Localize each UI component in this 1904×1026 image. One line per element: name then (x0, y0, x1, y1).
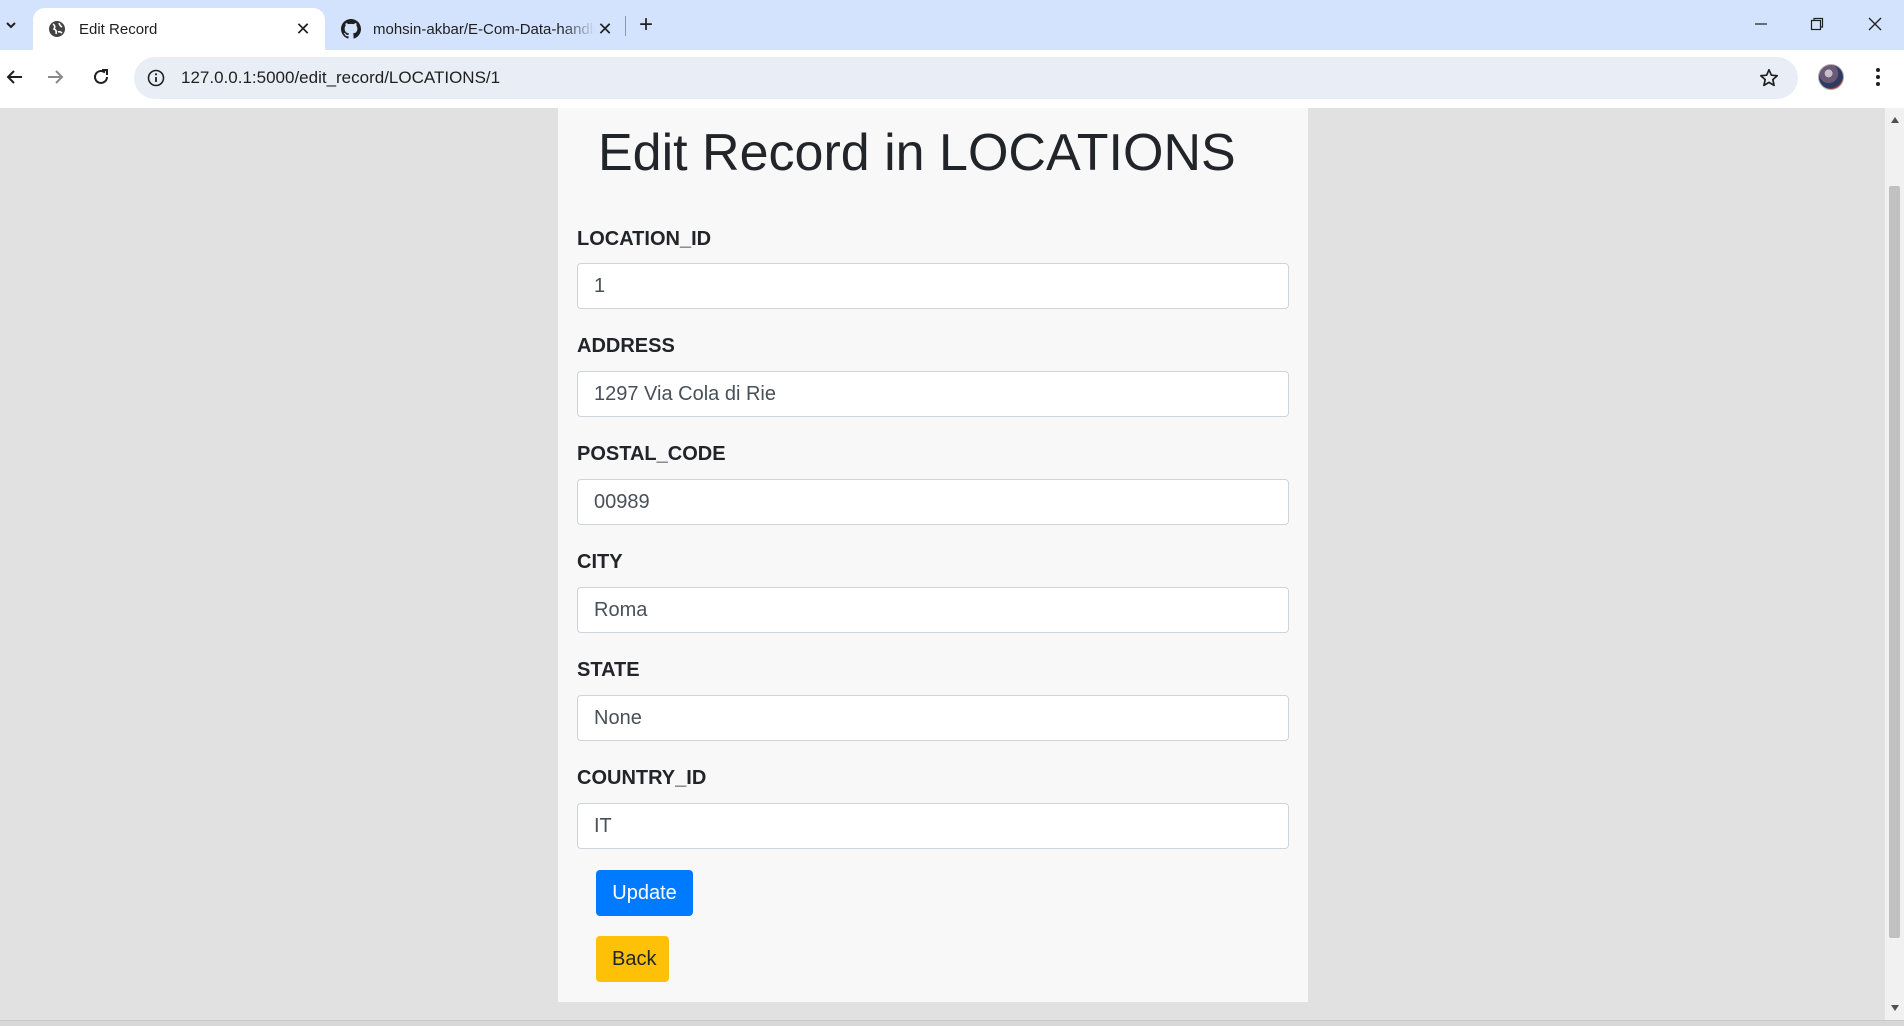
tab-search-button[interactable] (0, 12, 22, 38)
browser-toolbar: 127.0.0.1:5000/edit_record/LOCATIONS/1 (0, 50, 1904, 108)
star-icon[interactable] (1758, 67, 1780, 89)
state-label: STATE (577, 659, 640, 681)
page-scrollbar[interactable] (1885, 108, 1904, 1020)
page-viewport: Edit Record in LOCATIONS LOCATION_ID ADD… (0, 108, 1885, 1020)
arrow-right-icon (48, 70, 64, 84)
window-close-button[interactable] (1852, 8, 1898, 40)
arrow-left-icon (6, 70, 22, 84)
state-input[interactable] (577, 695, 1289, 741)
new-tab-button[interactable]: + (632, 11, 660, 38)
postal-code-input[interactable] (577, 479, 1289, 525)
tab-github[interactable]: mohsin-akbar/E-Com-Data-handling ✕ (337, 8, 627, 50)
edit-form-card: Edit Record in LOCATIONS LOCATION_ID ADD… (558, 108, 1308, 1002)
url-text[interactable]: 127.0.0.1:5000/edit_record/LOCATIONS/1 (181, 57, 500, 99)
info-icon[interactable] (146, 68, 166, 88)
country-id-input[interactable] (577, 803, 1289, 849)
restore-button[interactable] (1794, 8, 1840, 40)
scroll-up-arrow-icon[interactable] (1885, 112, 1904, 128)
more-vertical-icon (1876, 68, 1880, 86)
avatar[interactable] (1818, 64, 1844, 90)
chevron-down-icon (6, 22, 16, 29)
back-button[interactable]: Back (596, 936, 669, 982)
tab-title: mohsin-akbar/E-Com-Data-handling (373, 20, 595, 38)
tab-divider (625, 16, 626, 36)
reload-button[interactable] (86, 62, 116, 92)
postal-code-label: POSTAL_CODE (577, 443, 726, 465)
location-id-input[interactable] (577, 263, 1289, 309)
window-bottom-edge (0, 1020, 1904, 1026)
close-icon[interactable]: ✕ (293, 19, 313, 39)
tab-strip: Edit Record ✕ mohsin-akbar/E-Com-Data-ha… (0, 0, 1904, 50)
minimize-icon (1755, 23, 1767, 25)
address-label: ADDRESS (577, 335, 675, 357)
reload-icon (94, 69, 108, 84)
close-icon (1868, 17, 1882, 31)
city-label: CITY (577, 551, 623, 573)
close-icon[interactable]: ✕ (595, 19, 615, 39)
back-nav-button[interactable] (0, 62, 30, 92)
page-title: Edit Record in LOCATIONS (598, 124, 1236, 182)
city-input[interactable] (577, 587, 1289, 633)
plus-icon: + (638, 11, 653, 38)
github-icon (341, 19, 361, 39)
browser-menu-button[interactable] (1868, 64, 1888, 90)
country-id-label: COUNTRY_ID (577, 767, 707, 789)
forward-nav-button[interactable] (40, 62, 70, 92)
minimize-button[interactable] (1738, 8, 1784, 40)
globe-icon (47, 19, 67, 39)
address-input[interactable] (577, 371, 1289, 417)
scrollbar-thumb[interactable] (1889, 186, 1900, 938)
scroll-down-arrow-icon[interactable] (1885, 1000, 1904, 1016)
restore-icon (1810, 17, 1824, 31)
address-bar[interactable]: 127.0.0.1:5000/edit_record/LOCATIONS/1 (134, 57, 1798, 99)
update-button[interactable]: Update (596, 870, 693, 916)
tab-title: Edit Record (79, 20, 158, 38)
tab-edit-record[interactable]: Edit Record ✕ (33, 8, 325, 50)
location-id-label: LOCATION_ID (577, 228, 712, 250)
